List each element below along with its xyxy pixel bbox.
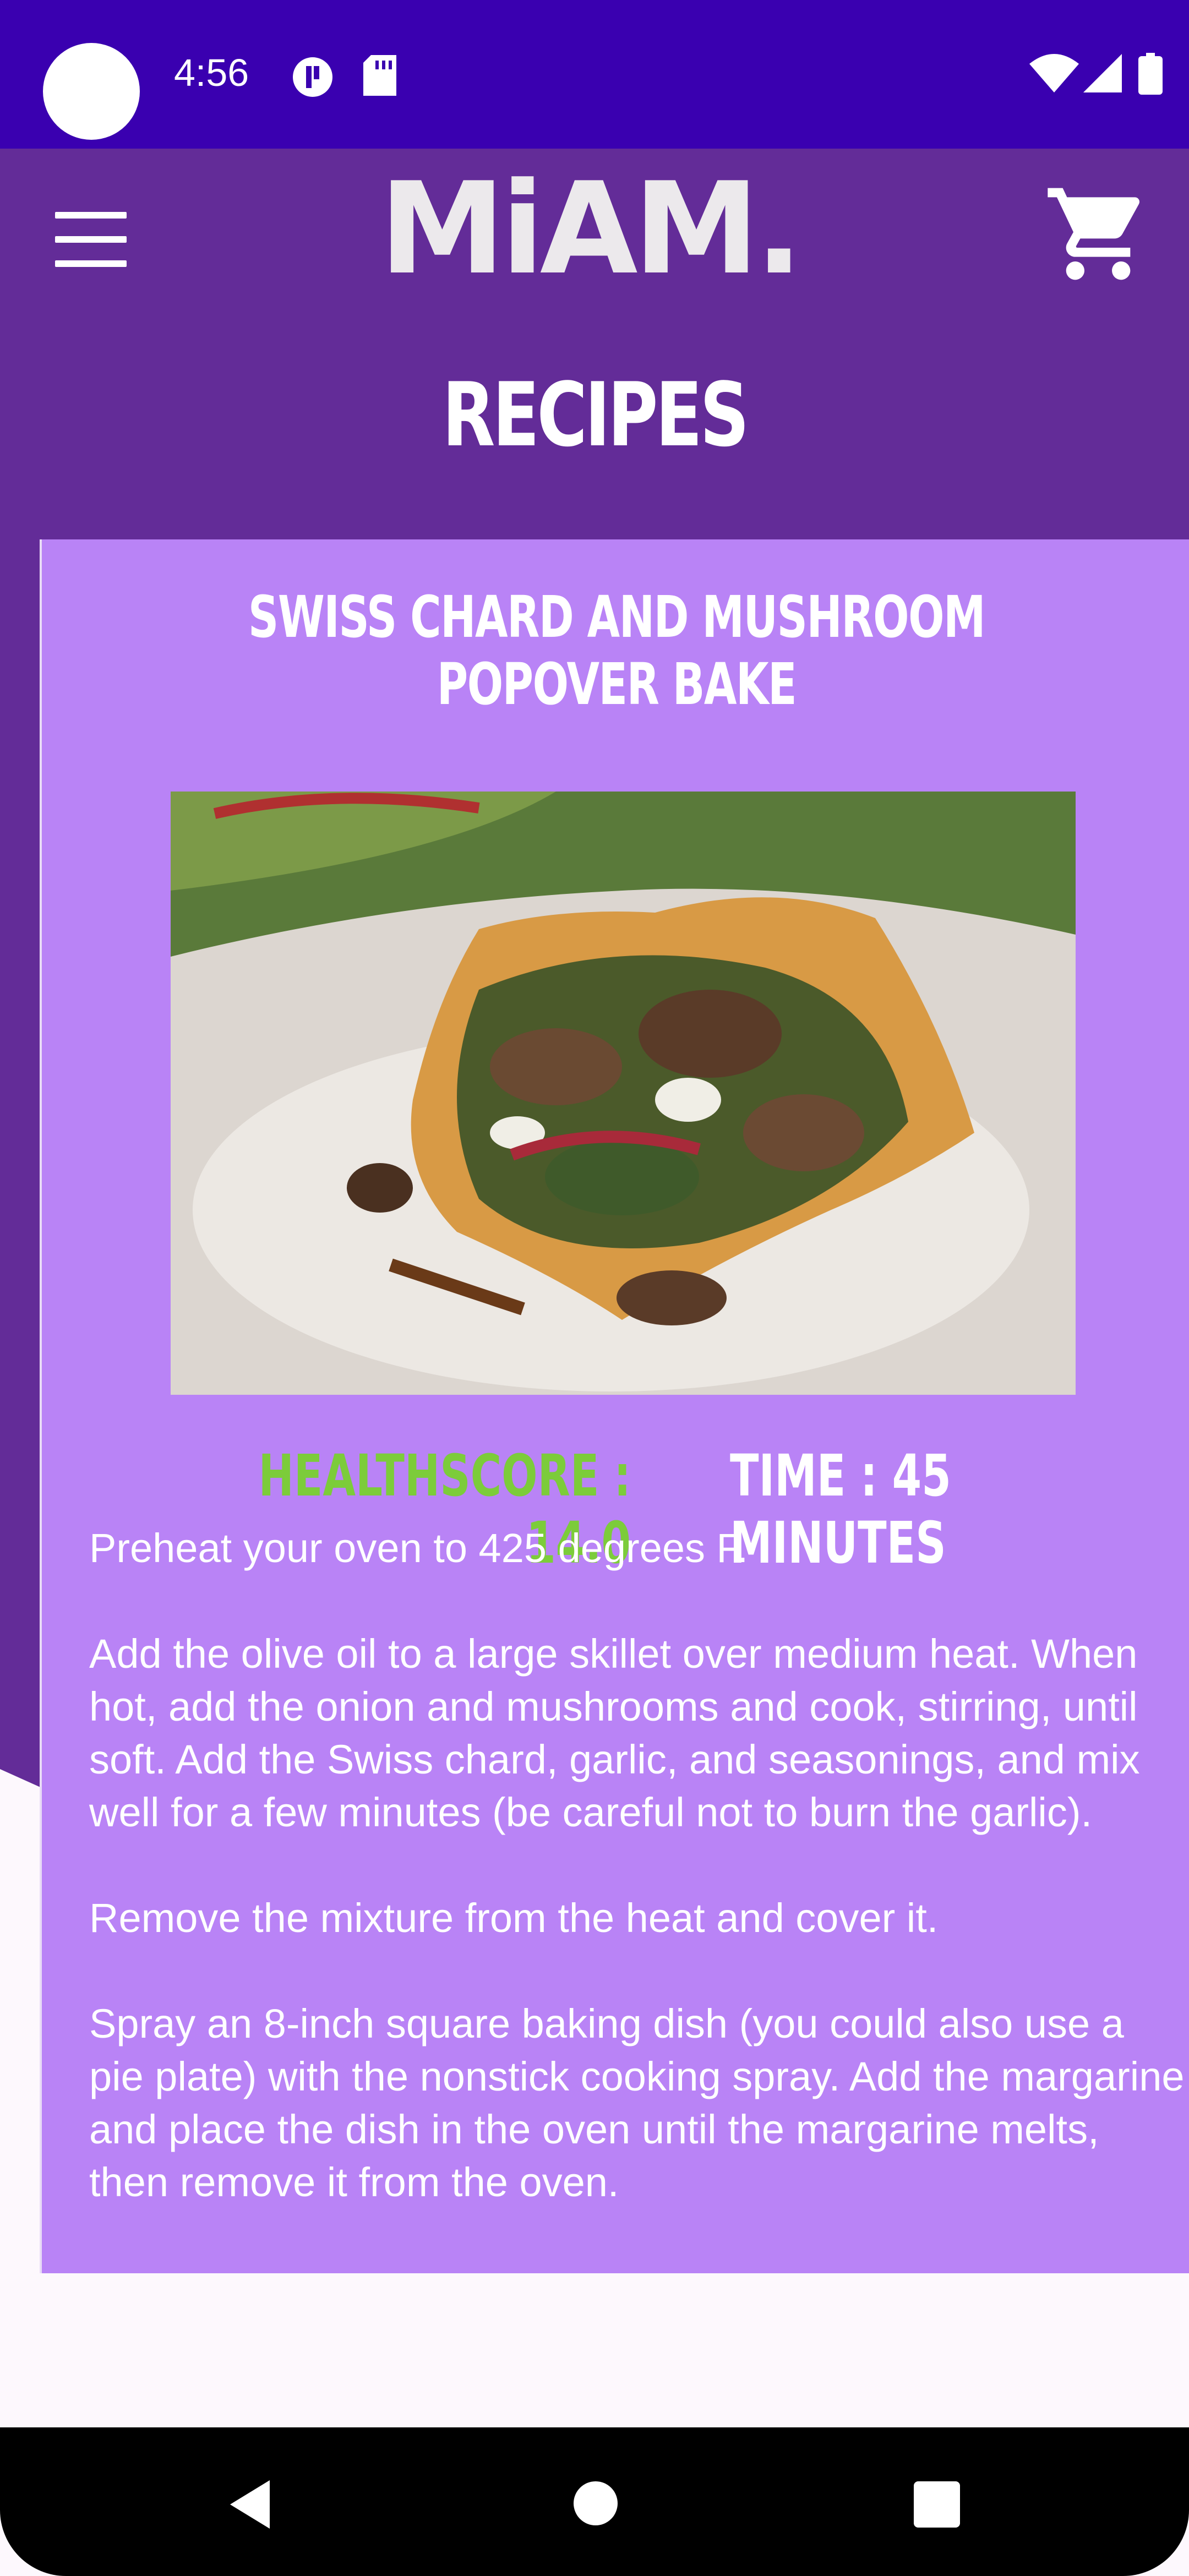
background-wedge xyxy=(0,534,44,1761)
page-title: RECIPES xyxy=(442,363,749,466)
status-bar: 4:56 xyxy=(0,0,1189,149)
recipe-card[interactable]: SWISS CHARD AND MUSHROOM POPOVER BAKE HE… xyxy=(40,539,1189,2273)
background-wedge-curve xyxy=(0,1756,44,1789)
instruction-step: Add the olive oil to a large skillet ove… xyxy=(89,1631,1140,1835)
signal-icon xyxy=(1083,54,1122,92)
instruction-step: Remove the mixture from the heat and cov… xyxy=(89,1895,939,1941)
recipe-stats: HEALTHSCORE : 14.0 TIME : 45 MINUTES xyxy=(42,1442,1189,1576)
sd-card-icon xyxy=(363,55,396,96)
back-icon[interactable] xyxy=(226,2477,275,2532)
notification-icon xyxy=(293,57,332,97)
cart-icon[interactable] xyxy=(1043,179,1153,289)
recipe-instructions: Preheat your oven to 425 degrees F. Add … xyxy=(89,1522,1185,2262)
camera-cutout xyxy=(43,43,140,140)
menu-icon[interactable] xyxy=(55,212,127,267)
recipe-image xyxy=(171,792,1076,1395)
wifi-icon xyxy=(1029,54,1079,92)
battery-icon xyxy=(1138,53,1163,95)
instruction-step: Preheat your oven to 425 degrees F. xyxy=(89,1525,749,1571)
app-logo: MiAM. xyxy=(385,160,793,292)
status-time: 4:56 xyxy=(174,51,249,94)
instruction-step: Spray an 8-inch square baking dish (you … xyxy=(89,2001,1185,2205)
recents-icon[interactable] xyxy=(914,2481,960,2528)
svg-text:MiAM.: MiAM. xyxy=(385,160,793,292)
home-icon[interactable] xyxy=(574,2481,618,2525)
recipe-title: SWISS CHARD AND MUSHROOM POPOVER BAKE xyxy=(248,583,986,718)
